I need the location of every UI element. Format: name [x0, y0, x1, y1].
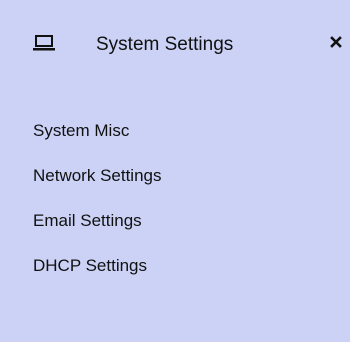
menu-item-dhcp-settings[interactable]: DHCP Settings — [0, 243, 350, 288]
close-icon[interactable] — [329, 35, 343, 49]
menu-item-network-settings[interactable]: Network Settings — [0, 153, 350, 198]
menu-item-email-settings[interactable]: Email Settings — [0, 198, 350, 243]
menu-item-system-misc[interactable]: System Misc — [0, 108, 350, 153]
panel-title: System Settings — [96, 34, 234, 55]
system-settings-panel: System Settings System Misc Network Sett… — [0, 0, 350, 342]
system-settings-header[interactable]: System Settings — [0, 0, 350, 92]
laptop-icon — [33, 35, 55, 51]
settings-menu: System Misc Network Settings Email Setti… — [0, 108, 350, 288]
